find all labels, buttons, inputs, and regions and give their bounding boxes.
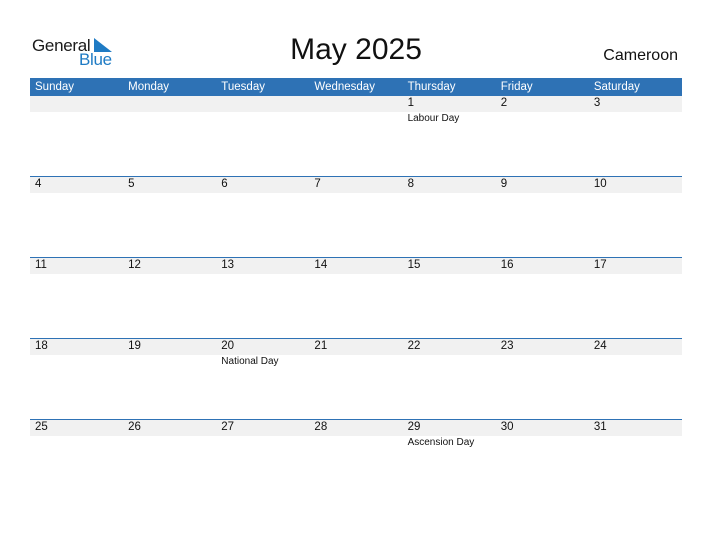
holiday-label: National Day [221, 356, 279, 367]
day-cell: 14 [309, 258, 402, 339]
day-number: 1 [407, 97, 414, 109]
day-number: 22 [407, 340, 421, 352]
day-cell: 7 [309, 177, 402, 258]
weekday-thursday: Thursday [407, 81, 456, 93]
day-cell: 25 [30, 420, 123, 501]
day-cell: 16 [496, 258, 589, 339]
day-number: 10 [593, 178, 607, 190]
weekday-sunday: Sunday [35, 81, 75, 93]
day-number: 26 [128, 421, 141, 433]
day-number: 28 [314, 421, 328, 433]
day-number: 11 [35, 259, 47, 271]
day-cell: 24 [589, 339, 682, 420]
weekday-friday: Friday [500, 81, 533, 93]
day-cell: 2 [496, 96, 589, 177]
day-number: 19 [128, 340, 141, 352]
day-number: 8 [407, 178, 414, 190]
day-number: 17 [593, 259, 607, 271]
day-number: 27 [221, 421, 235, 433]
day-number: 24 [593, 340, 607, 352]
calendar-grid: Sunday Monday Tuesday Wednesday Thursday… [30, 78, 682, 501]
day-cell: 9 [496, 177, 589, 258]
day-number: 7 [314, 178, 321, 190]
day-number: 3 [593, 97, 601, 109]
day-number: 30 [500, 421, 514, 433]
day-cell: 29 Ascension Day [403, 420, 496, 501]
day-number: 9 [500, 178, 508, 190]
weekday-monday: Monday [128, 81, 170, 93]
day-cell [30, 96, 123, 177]
day-cell: 20 National Day [216, 339, 309, 420]
day-cell: 17 [589, 258, 682, 339]
weekday-wednesday: Wednesday [314, 81, 375, 93]
day-number: 29 [407, 421, 421, 433]
day-cell: 4 [30, 177, 123, 258]
day-cell [216, 96, 309, 177]
week-row: 25 26 27 28 29 Ascension Day 30 31 [30, 419, 682, 501]
weekday-saturday: Saturday [593, 81, 640, 93]
day-number: 18 [35, 340, 48, 352]
day-cell: 31 [589, 420, 682, 501]
day-number: 6 [221, 178, 228, 190]
day-cell: 27 [216, 420, 309, 501]
day-number: 12 [128, 259, 141, 271]
day-cell: 28 [309, 420, 402, 501]
day-cell: 23 [496, 339, 589, 420]
day-number: 4 [35, 178, 42, 190]
day-cell: 11 [30, 258, 123, 339]
day-number: 31 [593, 421, 607, 433]
holiday-label: Labour Day [407, 113, 460, 124]
day-cell: 22 [403, 339, 496, 420]
day-cell: 21 [309, 339, 402, 420]
day-cell: 15 [403, 258, 496, 339]
day-cell: 10 [589, 177, 682, 258]
day-number: 16 [500, 259, 514, 271]
day-cell: 3 [589, 96, 682, 177]
day-number: 13 [221, 259, 235, 271]
day-cell [123, 96, 216, 177]
day-cell: 1 Labour Day [403, 96, 496, 177]
day-cell [309, 96, 402, 177]
weekday-header: Sunday Monday Tuesday Wednesday Thursday… [30, 78, 682, 96]
country-label: Cameroon [603, 47, 678, 64]
week-row: 18 19 20 National Day 21 22 23 24 [30, 338, 682, 420]
day-cell: 18 [30, 339, 123, 420]
day-cell: 19 [123, 339, 216, 420]
day-cell: 6 [216, 177, 309, 258]
day-number: 23 [500, 340, 514, 352]
day-cell: 13 [216, 258, 309, 339]
weekday-tuesday: Tuesday [221, 81, 265, 93]
day-cell: 26 [123, 420, 216, 501]
week-row: 4 5 6 7 8 9 10 [30, 176, 682, 258]
week-row: 11 12 13 14 15 16 17 [30, 257, 682, 339]
week-row: 1 Labour Day 2 3 [30, 96, 682, 177]
day-number: 14 [314, 259, 328, 271]
day-number: 5 [128, 178, 135, 190]
day-cell: 5 [123, 177, 216, 258]
holiday-label: Ascension Day [407, 437, 475, 448]
day-number: 2 [500, 97, 508, 109]
day-cell: 12 [123, 258, 216, 339]
day-cell: 30 [496, 420, 589, 501]
day-number: 25 [35, 421, 48, 433]
day-cell: 8 [403, 177, 496, 258]
day-number: 15 [407, 259, 421, 271]
day-number: 20 [221, 340, 235, 352]
day-number: 21 [314, 340, 328, 352]
